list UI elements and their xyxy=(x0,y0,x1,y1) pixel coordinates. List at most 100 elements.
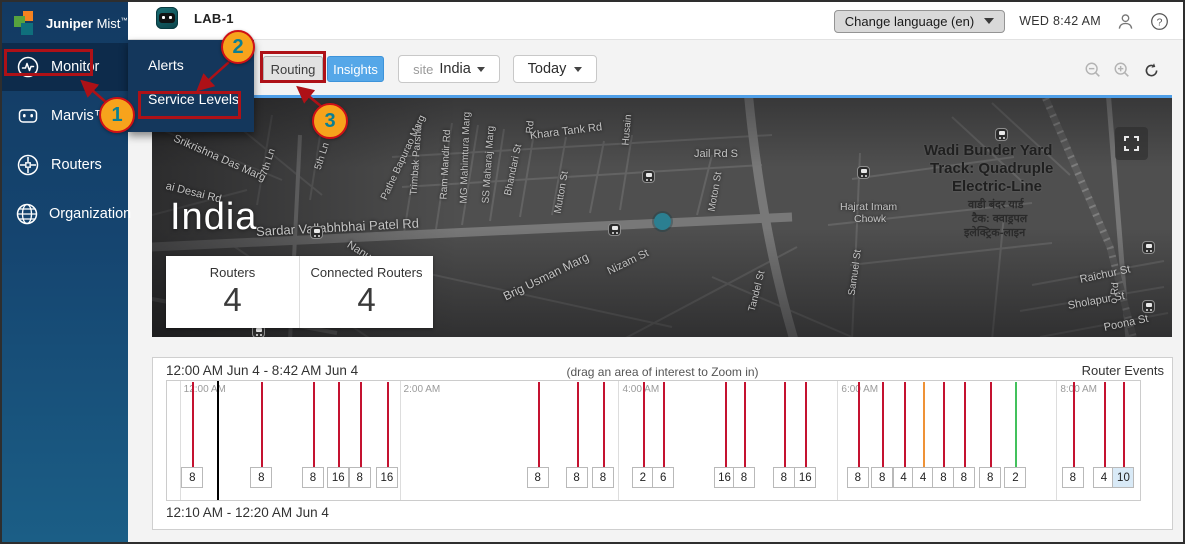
event-line xyxy=(858,382,860,467)
event-count-badge[interactable]: 8 xyxy=(181,467,203,488)
help-icon[interactable]: ? xyxy=(1149,11,1169,31)
connected-routers-stat: Connected Routers 4 xyxy=(299,256,433,328)
event-count-badge[interactable]: 16 xyxy=(327,467,349,488)
map-region-title: India xyxy=(170,196,257,239)
event-count-badge[interactable]: 8 xyxy=(871,467,893,488)
user-account-icon[interactable] xyxy=(1115,11,1135,31)
globe-icon xyxy=(15,201,39,227)
event-line xyxy=(360,382,362,467)
selection-interval-label: 12:10 AM - 12:20 AM Jun 4 xyxy=(166,505,329,520)
org-chip[interactable]: LAB-1 xyxy=(156,7,234,29)
map-road-label: Hajrat Imam xyxy=(840,201,897,213)
router-events-plot[interactable]: 12:00 AM2:00 AM4:00 AM6:00 AM8:00 AM8881… xyxy=(166,380,1141,501)
event-count-badge[interactable]: 8 xyxy=(953,467,975,488)
event-count-badge[interactable]: 8 xyxy=(592,467,614,488)
event-line xyxy=(313,382,315,467)
event-line xyxy=(1104,382,1106,467)
event-line xyxy=(725,382,727,467)
change-language-label: Change language (en) xyxy=(845,14,974,29)
event-count-badge[interactable]: 8 xyxy=(566,467,588,488)
site-selector[interactable]: site India xyxy=(398,55,500,83)
event-line xyxy=(744,382,746,467)
event-count-badge[interactable]: 8 xyxy=(979,467,1001,488)
event-line xyxy=(943,382,945,467)
date-range-selector[interactable]: Today xyxy=(513,55,597,83)
sidebar-item-organization[interactable]: Organization xyxy=(2,197,128,230)
event-line xyxy=(1123,382,1125,467)
site-marker-dot[interactable] xyxy=(654,213,671,230)
juniper-logo-icon xyxy=(14,11,38,35)
fullscreen-icon[interactable] xyxy=(1115,127,1148,160)
insights-tab-button[interactable]: Insights xyxy=(327,56,384,82)
event-line xyxy=(990,382,992,467)
map-road-label: टैक: क्वाड्रपल xyxy=(972,211,1027,226)
site-prefix-label: site xyxy=(413,62,433,77)
sidebar-item-label: Organization xyxy=(49,206,131,222)
marvis-avatar-icon xyxy=(156,7,178,29)
map-road-label: Electric-Line xyxy=(952,178,1042,195)
transit-station-icon xyxy=(642,170,655,183)
selection-marker[interactable] xyxy=(217,381,219,500)
map-road-label: Wadi Bunder Yard xyxy=(924,142,1052,159)
event-count-badge[interactable]: 8 xyxy=(733,467,755,488)
refresh-icon[interactable] xyxy=(1141,60,1161,80)
annotation-step-2: 2 xyxy=(221,30,255,64)
transit-station-icon xyxy=(1142,300,1155,313)
map-road-label: इलेक्ट्रिक-लाइन xyxy=(964,225,1025,240)
event-count-badge[interactable]: 4 xyxy=(912,467,934,488)
event-count-badge[interactable]: 16 xyxy=(376,467,398,488)
event-count-badge[interactable]: 8 xyxy=(302,467,324,488)
map-road-label: o Rd xyxy=(1109,282,1122,304)
event-line xyxy=(538,382,540,467)
map-road-label: Chowk xyxy=(854,213,886,225)
event-line xyxy=(784,382,786,467)
brand-logo[interactable]: Juniper Mist™ xyxy=(2,2,128,43)
annotation-box-service-levels xyxy=(138,91,241,119)
event-line xyxy=(577,382,579,467)
transit-station-icon xyxy=(857,166,870,179)
sidebar-item-routers[interactable]: Routers xyxy=(2,148,128,181)
event-line xyxy=(663,382,665,467)
event-count-badge[interactable]: 16 xyxy=(794,467,816,488)
time-gridline xyxy=(400,381,401,500)
event-count-badge[interactable]: 8 xyxy=(349,467,371,488)
time-tick-label: 12:00 AM xyxy=(184,384,226,395)
transit-station-icon xyxy=(310,226,323,239)
sidebar-item-label: Routers xyxy=(51,157,102,173)
time-tick-label: 8:00 AM xyxy=(1060,384,1097,395)
event-line xyxy=(904,382,906,467)
event-count-badge[interactable]: 6 xyxy=(652,467,674,488)
event-count-badge[interactable]: 2 xyxy=(632,467,654,488)
event-line xyxy=(1073,382,1075,467)
map-road-label: Jail Rd S xyxy=(694,148,738,160)
event-line xyxy=(805,382,807,467)
event-count-badge[interactable]: 8 xyxy=(847,467,869,488)
router-events-label: Router Events xyxy=(1082,363,1164,378)
event-count-badge[interactable]: 8 xyxy=(932,467,954,488)
zoom-out-icon[interactable] xyxy=(1083,60,1103,80)
time-tick-label: 4:00 AM xyxy=(622,384,659,395)
svg-text:?: ? xyxy=(1156,17,1162,28)
event-line xyxy=(338,382,340,467)
event-count-badge[interactable]: 8 xyxy=(250,467,272,488)
clock-label: WED 8:42 AM xyxy=(1019,14,1101,28)
event-count-badge[interactable]: 2 xyxy=(1004,467,1026,488)
sidebar-nav: Juniper Mist™ Monitor Marvis™ Routers Or… xyxy=(2,2,128,542)
zoom-in-icon[interactable] xyxy=(1112,60,1132,80)
top-header: LAB-1 Change language (en) WED 8:42 AM ? xyxy=(128,2,1183,40)
transit-station-icon xyxy=(995,128,1008,141)
site-map[interactable]: Srikrishna Das Margai Desai Rd7th Ln5th … xyxy=(152,95,1172,337)
event-count-badge[interactable]: 10 xyxy=(1112,467,1134,488)
event-line xyxy=(1015,382,1017,467)
map-road-label: Track: Quadruple xyxy=(930,160,1053,177)
org-label: LAB-1 xyxy=(194,11,234,26)
event-count-badge[interactable]: 8 xyxy=(1062,467,1084,488)
event-line xyxy=(603,382,605,467)
event-count-badge[interactable]: 8 xyxy=(527,467,549,488)
change-language-button[interactable]: Change language (en) xyxy=(834,10,1005,33)
time-gridline xyxy=(618,381,619,500)
annotation-box-monitor xyxy=(4,49,93,76)
event-count-badge[interactable]: 8 xyxy=(773,467,795,488)
chevron-down-icon xyxy=(574,67,582,72)
router-events-panel: 12:00 AM Jun 4 - 8:42 AM Jun 4 (drag an … xyxy=(152,357,1173,530)
